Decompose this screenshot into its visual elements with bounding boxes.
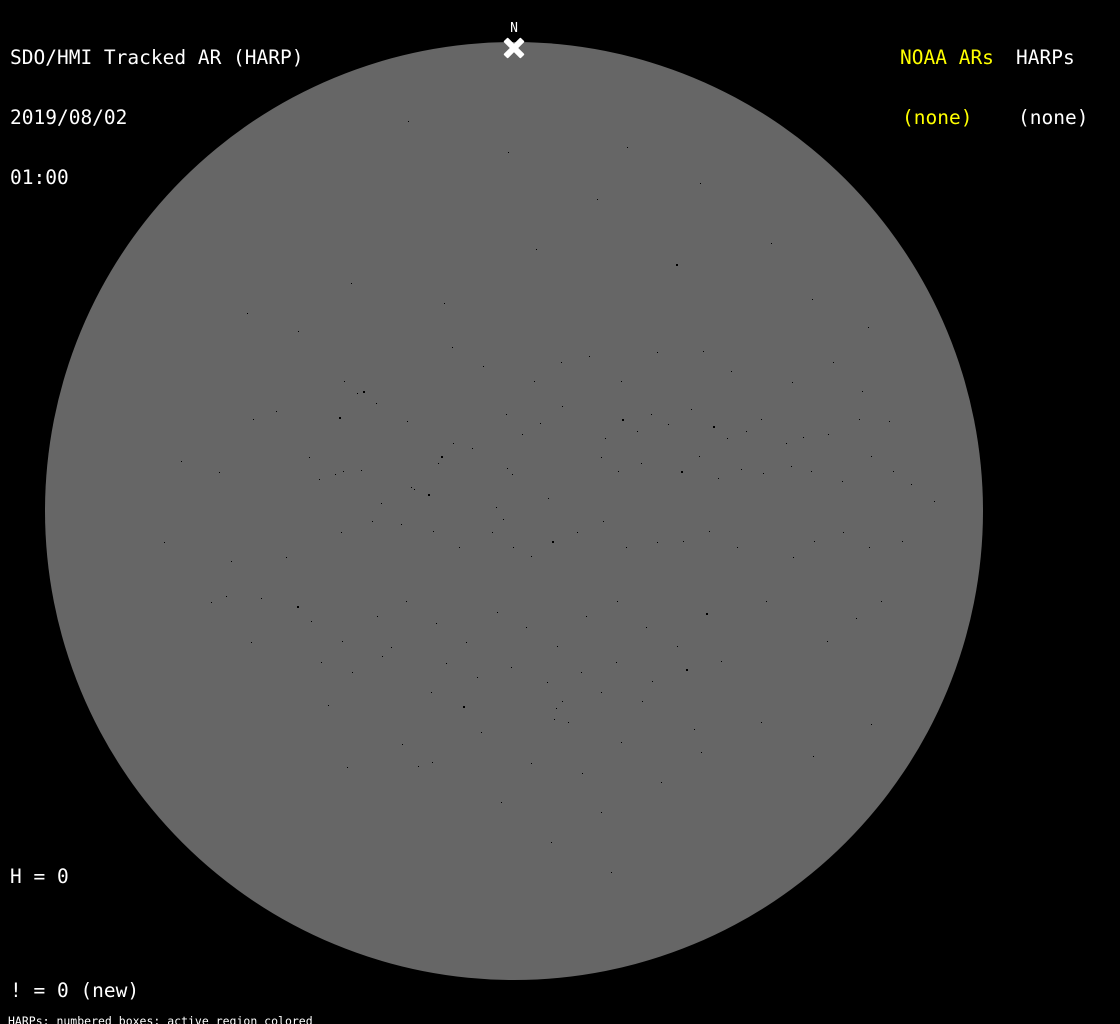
observation-date: 2019/08/02 — [10, 106, 128, 129]
app-title: SDO/HMI Tracked AR (HARP) — [10, 46, 304, 69]
footnote-harps: HARPs: numbered boxes; active region col… — [8, 1014, 313, 1024]
header: SDO/HMI Tracked AR (HARP) 2019/08/02 01:… — [10, 8, 304, 228]
observation-time: 01:00 — [10, 166, 69, 189]
north-pole-cross-icon — [503, 37, 525, 59]
harp-total-count: H = 0 — [10, 865, 69, 888]
noaa-ars-label: NOAA ARs — [900, 46, 994, 69]
noaa-ars-column: NOAA ARs (none) — [900, 8, 994, 168]
noaa-ars-value: (none) — [902, 106, 973, 129]
harps-label: HARPs — [1016, 46, 1075, 69]
solar-tracking-screen: SDO/HMI Tracked AR (HARP) 2019/08/02 01:… — [0, 0, 1120, 1024]
harps-column: HARPs (none) — [1016, 8, 1088, 168]
north-pole-label: N — [510, 21, 518, 36]
counters-spacer — [10, 924, 233, 943]
harps-value: (none) — [1018, 106, 1089, 129]
footnotes: HARPs: numbered boxes; active region col… — [8, 990, 410, 1024]
